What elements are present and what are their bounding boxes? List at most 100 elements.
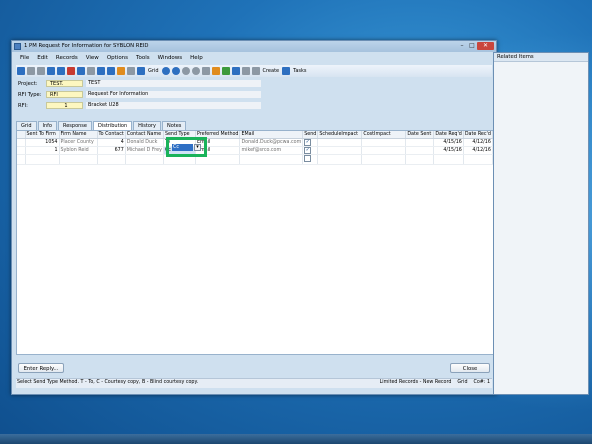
filter-icon[interactable]	[117, 67, 125, 75]
cell-send[interactable]: ✓	[302, 146, 319, 155]
menu-options[interactable]: Options	[103, 54, 132, 63]
cell-sent-to-firm[interactable]: 1054	[25, 138, 60, 147]
cell-empty[interactable]	[239, 154, 304, 165]
search-icon[interactable]	[241, 67, 250, 75]
table-row[interactable]: 1054 Placer County 4 Donald Duck To Emai…	[17, 138, 493, 147]
create-button[interactable]: Create	[263, 68, 280, 74]
menu-windows[interactable]: Windows	[154, 54, 187, 63]
tasks-button[interactable]: Tasks	[293, 68, 306, 74]
col-to-contact[interactable]: To Contact	[97, 131, 126, 139]
title-bar[interactable]: 1 PM Request For Information for SYBLON …	[12, 41, 496, 52]
col-date-reqd[interactable]: Date Req'd	[433, 131, 464, 139]
tasks-icon[interactable]	[282, 67, 291, 75]
rfi-number-field[interactable]: 1	[46, 102, 83, 109]
cell-empty[interactable]	[361, 154, 407, 165]
row-selector[interactable]	[17, 146, 26, 155]
users-icon[interactable]	[211, 67, 220, 75]
enter-reply-button[interactable]: Enter Reply...	[18, 363, 64, 373]
attach-icon[interactable]	[97, 67, 105, 75]
link-icon[interactable]	[201, 67, 210, 75]
col-cost-impact[interactable]: CostImpact	[361, 131, 407, 139]
menu-edit[interactable]: Edit	[33, 54, 52, 63]
send-checkbox[interactable]: ✓	[304, 147, 312, 154]
cell-email[interactable]: mikef@srco.com	[239, 146, 304, 155]
cell-firm-name[interactable]: Placer County	[59, 138, 98, 147]
last-record-icon[interactable]	[191, 67, 200, 75]
tab-history[interactable]: History	[133, 121, 161, 130]
minimize-button[interactable]: –	[457, 42, 467, 50]
grid-icon[interactable]	[137, 67, 145, 75]
cell-empty[interactable]	[59, 154, 98, 165]
delete-icon[interactable]	[67, 67, 75, 75]
refresh-icon[interactable]	[221, 67, 230, 75]
col-send[interactable]: Send	[302, 131, 319, 139]
menu-view[interactable]: View	[82, 54, 103, 63]
tab-grid[interactable]: Grid	[16, 121, 37, 130]
maximize-button[interactable]: □	[467, 42, 477, 50]
cell-empty[interactable]	[317, 154, 363, 165]
report-icon[interactable]	[107, 67, 115, 75]
menu-tools[interactable]: Tools	[132, 54, 154, 63]
cell-sent-to-firm[interactable]: 1	[25, 146, 60, 155]
new-record-icon[interactable]	[17, 67, 25, 75]
cell-empty[interactable]	[25, 154, 60, 165]
copy-icon[interactable]	[37, 67, 45, 75]
col-sent-to-firm[interactable]: Sent To Firm	[25, 131, 60, 139]
close-window-button[interactable]: ✕	[477, 42, 494, 50]
cell-to-contact[interactable]: 677	[97, 146, 126, 155]
col-date-sent[interactable]: Date Sent	[405, 131, 435, 139]
rfi-type-code-field[interactable]: RFI	[46, 91, 83, 98]
cell-empty[interactable]	[405, 154, 435, 165]
cell-date-recd[interactable]: 4/12/16	[463, 138, 493, 147]
cell-date-reqd[interactable]: 4/15/16	[433, 138, 464, 147]
cell-empty[interactable]	[433, 154, 464, 165]
cell-empty[interactable]	[463, 154, 493, 165]
create-icon[interactable]	[251, 67, 260, 75]
spell-check-icon[interactable]	[127, 67, 135, 75]
row-selector[interactable]	[17, 138, 26, 147]
send-checkbox[interactable]: ✓	[304, 139, 312, 146]
first-record-icon[interactable]	[161, 67, 170, 75]
menu-file[interactable]: File	[16, 54, 33, 63]
page-icon[interactable]	[47, 67, 55, 75]
send-checkbox[interactable]	[304, 155, 312, 162]
chevron-down-icon[interactable]: ▾	[194, 144, 201, 151]
cell-email[interactable]: Donald.Duck@pcwa.com	[239, 138, 304, 147]
cell-contact-name[interactable]: Michael D Frey	[125, 146, 164, 155]
cell-cost-impact[interactable]	[361, 138, 407, 147]
col-email[interactable]: EMail	[239, 131, 304, 139]
send-type-editor-input[interactable]: Cc	[172, 144, 193, 151]
cell-schedule-impact[interactable]	[317, 138, 363, 147]
tab-response[interactable]: Response	[57, 121, 92, 130]
paste-icon[interactable]	[87, 67, 95, 75]
cell-firm-name[interactable]: Syblon Reid	[59, 146, 98, 155]
cell-date-sent[interactable]	[405, 146, 435, 155]
cell-contact-name[interactable]: Donald Duck	[125, 138, 164, 147]
next-record-icon[interactable]	[181, 67, 190, 75]
edit-icon[interactable]	[27, 67, 35, 75]
cell-send[interactable]: ✓	[302, 138, 319, 147]
project-code-field[interactable]: TEST.	[46, 80, 83, 87]
undo-icon[interactable]	[77, 67, 85, 75]
menu-records[interactable]: Records	[52, 54, 82, 63]
row-selector[interactable]	[17, 154, 26, 165]
table-row[interactable]	[17, 154, 493, 165]
save-icon[interactable]	[57, 67, 65, 75]
col-date-recd[interactable]: Date Rec'd	[463, 131, 493, 139]
col-schedule-impact[interactable]: ScheduleImpact	[317, 131, 363, 139]
previous-record-icon[interactable]	[171, 67, 180, 75]
cell-date-sent[interactable]	[405, 138, 435, 147]
col-contact-name[interactable]: Contact Name	[125, 131, 164, 139]
cell-cost-impact[interactable]	[361, 146, 407, 155]
cell-schedule-impact[interactable]	[317, 146, 363, 155]
tab-notes[interactable]: Notes	[161, 121, 187, 130]
cell-send[interactable]	[302, 154, 319, 165]
grid-button[interactable]: Grid	[148, 68, 159, 74]
cell-empty[interactable]	[97, 154, 126, 165]
cell-to-contact[interactable]: 4	[97, 138, 126, 147]
table-row[interactable]: 1 Syblon Reid 677 Michael D Frey Cc Emai…	[17, 146, 493, 155]
cell-date-recd[interactable]: 4/12/16	[463, 146, 493, 155]
tab-info[interactable]: Info	[37, 121, 57, 130]
checklist-icon[interactable]	[231, 67, 240, 75]
menu-help[interactable]: Help	[186, 54, 207, 63]
